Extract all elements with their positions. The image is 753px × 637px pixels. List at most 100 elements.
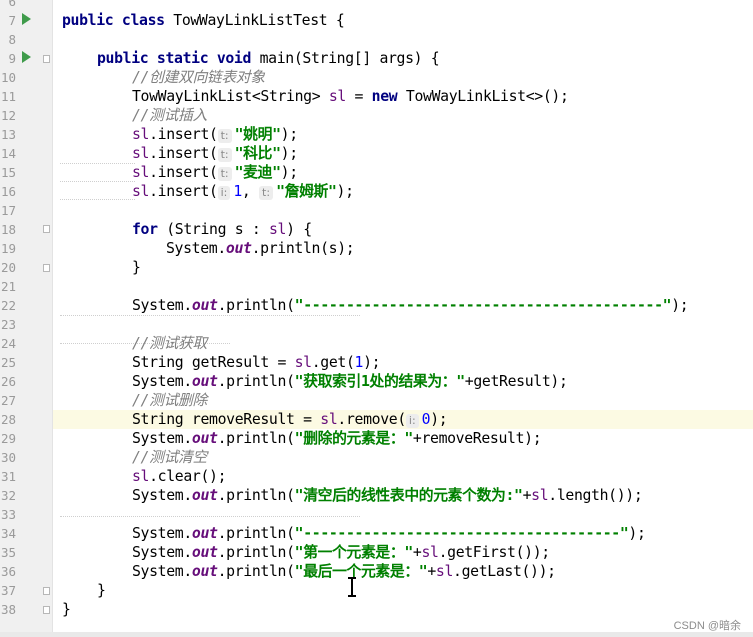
code-line[interactable]: //测试获取 — [132, 334, 207, 353]
line-number: 8 — [8, 32, 16, 47]
code-line[interactable]: //测试清空 — [132, 448, 207, 467]
variable-sl: sl — [132, 126, 150, 143]
run-main-icon[interactable] — [22, 51, 31, 63]
static-field: out — [191, 525, 218, 542]
code-line[interactable]: System.out.println("--------------------… — [132, 296, 689, 315]
code-line[interactable]: String getResult = sl.get(1); — [132, 353, 381, 372]
code-line[interactable]: System.out.println("最后一个元素是："+sl.getLast… — [132, 562, 556, 581]
line-number: 28 — [0, 412, 16, 427]
code-text: ); — [628, 525, 646, 542]
code-line[interactable]: String removeResult = sl.remove(i: 0); — [132, 410, 448, 429]
code-line[interactable]: System.out.println(s); — [166, 239, 355, 258]
code-line[interactable]: } — [62, 600, 71, 619]
line-number: 24 — [0, 336, 16, 351]
code-text: .println( — [217, 297, 295, 314]
code-text: TowWayLinkList<>(); — [397, 88, 569, 105]
code-line[interactable]: } — [97, 581, 106, 600]
variable-sl: sl — [294, 354, 312, 371]
code-line[interactable]: //测试插入 — [132, 106, 207, 125]
code-text: .remove( — [337, 411, 406, 428]
comment: //测试删除 — [132, 392, 207, 409]
code-text: System. — [132, 525, 192, 542]
code-line[interactable]: } — [132, 258, 141, 277]
code-line[interactable]: System.out.println("--------------------… — [132, 524, 646, 543]
code-line[interactable]: sl.insert(t: "麦迪"); — [132, 163, 298, 182]
line-number: 26 — [0, 374, 16, 389]
code-line[interactable]: System.out.println("获取索引1处的结果为："+getResu… — [132, 372, 568, 391]
code-text: .clear(); — [149, 468, 227, 485]
code-line[interactable]: TowWayLinkList<String> sl = new TowWayLi… — [132, 87, 569, 106]
line-number: 7 — [8, 13, 16, 28]
code-text: ); — [280, 164, 298, 181]
string-literal: "清空后的线性表中的元素个数为:" — [294, 487, 523, 504]
code-text: + — [522, 487, 532, 504]
code-line[interactable]: System.out.println("删除的元素是："+removeResul… — [132, 429, 542, 448]
fold-icon[interactable] — [43, 264, 50, 272]
code-line[interactable]: sl.clear(); — [132, 467, 227, 486]
line-number: 30 — [0, 450, 16, 465]
static-field: out — [191, 563, 218, 580]
code-line[interactable]: for (String s : sl) { — [132, 220, 312, 239]
code-line[interactable]: sl.insert(i: 1, t: "詹姆斯"); — [132, 182, 354, 201]
line-number: 22 — [0, 298, 16, 313]
comment: //创建双向链表对象 — [132, 69, 265, 86]
code-text: + — [427, 563, 436, 580]
line-number: 34 — [0, 526, 16, 541]
code-line[interactable]: sl.insert(t: "科比"); — [132, 144, 298, 163]
code-text: ) { — [286, 221, 312, 238]
static-field: out — [191, 297, 218, 314]
variable-sl: sl — [132, 164, 150, 181]
code-text: .println( — [217, 544, 295, 561]
code-editor[interactable]: 6 7 8 9 10 11 12 13 14 15 16 17 18 19 20… — [0, 0, 753, 637]
fold-icon[interactable] — [43, 587, 50, 595]
code-line[interactable]: //创建双向链表对象 — [132, 68, 265, 87]
code-text: .insert( — [149, 145, 218, 162]
run-class-icon[interactable] — [22, 13, 31, 25]
variable-sl: sl — [320, 411, 338, 428]
line-number: 9 — [8, 51, 16, 66]
code-line[interactable]: System.out.println("第一个元素是："+sl.getFirst… — [132, 543, 550, 562]
line-number: 16 — [0, 184, 16, 199]
variable-sl: sl — [328, 88, 346, 105]
string-literal: "詹姆斯" — [276, 183, 337, 200]
code-line[interactable]: //测试删除 — [132, 391, 207, 410]
string-literal: "科比" — [234, 145, 281, 162]
code-text: ); — [430, 411, 448, 428]
variable-sl: sl — [132, 468, 150, 485]
code-text: .println( — [217, 487, 295, 504]
code-text: +removeResult); — [412, 430, 542, 447]
code-line[interactable]: sl.insert(t: "姚明"); — [132, 125, 298, 144]
string-literal: "-------------------------------------" — [294, 525, 629, 542]
line-number: 10 — [0, 70, 16, 85]
static-field: out — [191, 487, 218, 504]
comment: //测试插入 — [132, 107, 207, 124]
watermark: CSDN @暗余 — [673, 620, 741, 632]
line-number: 35 — [0, 545, 16, 560]
code-text: System. — [166, 240, 226, 257]
parameter-hint: i: — [217, 186, 231, 200]
line-number: 29 — [0, 431, 16, 446]
code-text: = — [345, 88, 372, 105]
line-number: 15 — [0, 165, 16, 180]
code-line[interactable]: public class TowWayLinkListTest { — [62, 11, 345, 30]
line-number: 25 — [0, 355, 16, 370]
code-line[interactable]: public static void main(String[] args) { — [97, 49, 440, 68]
text-cursor-icon — [348, 577, 356, 597]
code-text: .getFirst()); — [438, 544, 551, 561]
fold-icon[interactable] — [43, 55, 50, 63]
static-field: out — [191, 373, 218, 390]
comment: //测试清空 — [132, 449, 207, 466]
parameter-hint: t: — [259, 186, 274, 200]
code-text: .insert( — [149, 183, 218, 200]
string-literal: "---------------------------------------… — [294, 297, 672, 314]
fold-icon[interactable] — [43, 606, 50, 614]
code-text: ); — [336, 183, 354, 200]
variable-sl: sl — [435, 563, 454, 580]
code-text: .getLast()); — [453, 563, 556, 580]
variable-sl: sl — [531, 487, 549, 504]
line-number: 27 — [0, 393, 16, 408]
code-line[interactable]: System.out.println("清空后的线性表中的元素个数为:"+sl.… — [132, 486, 643, 505]
comment: //测试获取 — [132, 335, 207, 352]
line-number: 37 — [0, 583, 16, 598]
fold-icon[interactable] — [43, 225, 50, 233]
